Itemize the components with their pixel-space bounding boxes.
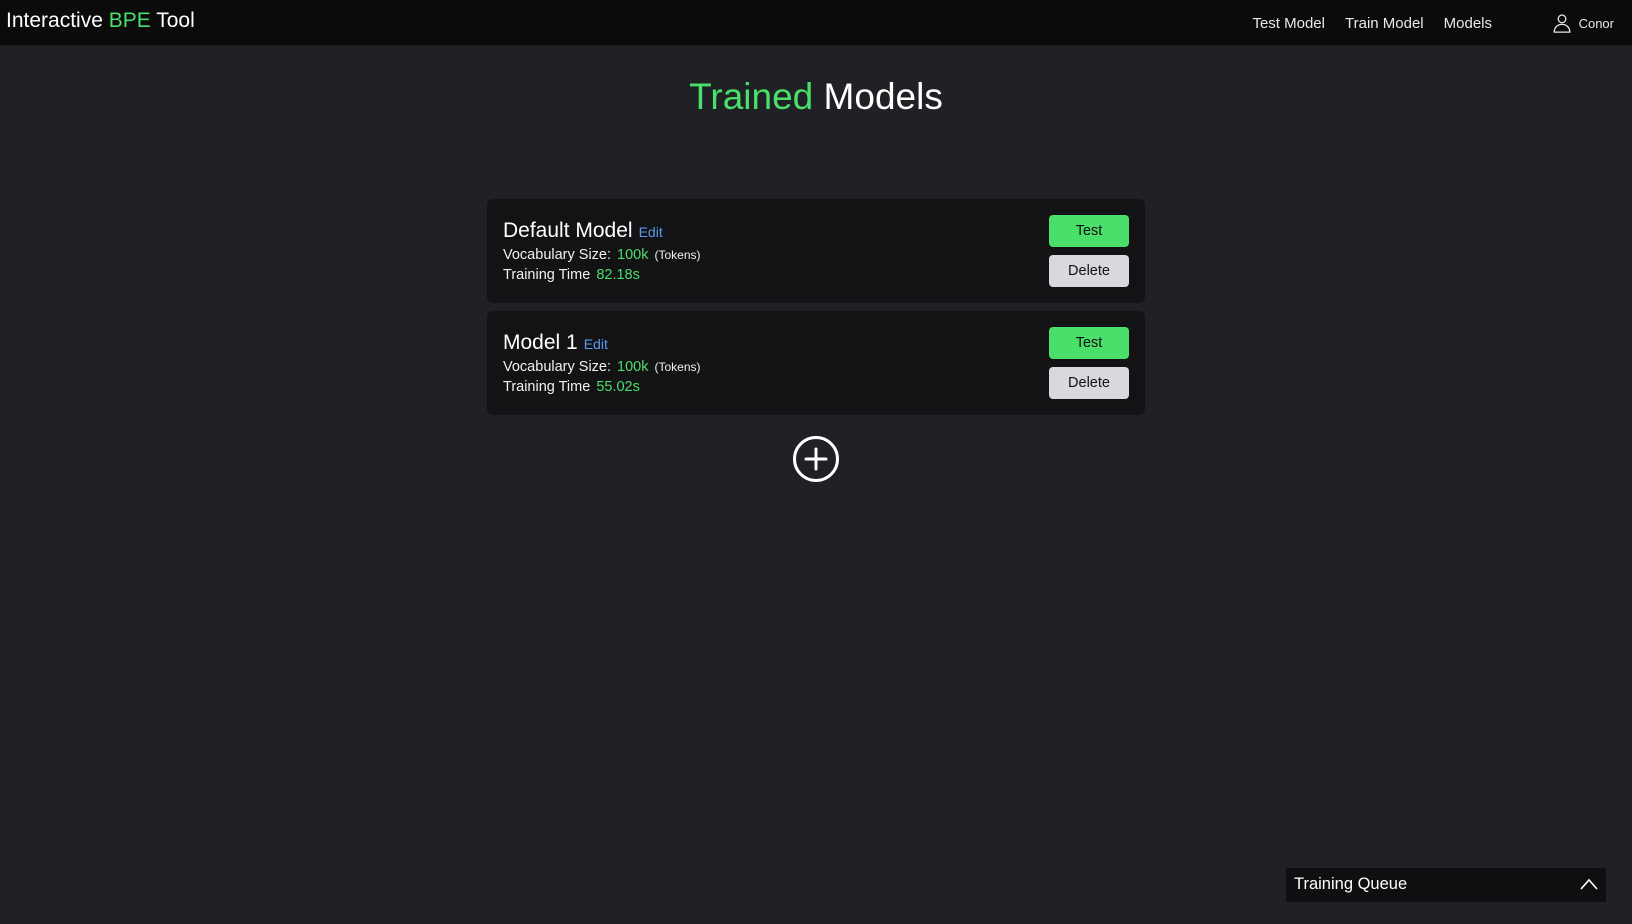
- vocabulary-size-value: 100k: [617, 247, 649, 263]
- vocabulary-size-label: Vocabulary Size:: [503, 359, 612, 375]
- training-queue-panel[interactable]: Training Queue: [1286, 868, 1606, 902]
- top-navbar: Interactive BPE Tool Test Model Train Mo…: [0, 0, 1632, 46]
- delete-model-button[interactable]: Delete: [1049, 255, 1129, 287]
- training-time-value: 82.18s: [596, 267, 640, 283]
- training-time-row: Training Time 55.02s: [503, 379, 640, 395]
- vocabulary-size-value: 100k: [617, 359, 649, 375]
- edit-model-link[interactable]: Edit: [639, 224, 663, 240]
- brand-prefix: Interactive: [6, 9, 109, 32]
- user-menu[interactable]: Conor: [1551, 0, 1614, 46]
- model-name: Model 1: [503, 331, 578, 354]
- brand-accent: BPE: [108, 9, 151, 32]
- model-card: Model 1 Edit Vocabulary Size: 100k (Tokens)…: [487, 311, 1145, 415]
- training-time-value: 55.02s: [596, 379, 640, 395]
- nav-train-model[interactable]: Train Model: [1345, 15, 1424, 32]
- vocabulary-size-label: Vocabulary Size:: [503, 247, 612, 263]
- edit-model-link[interactable]: Edit: [584, 336, 608, 352]
- vocabulary-size-row: Vocabulary Size: 100k (Tokens): [503, 247, 700, 263]
- vocabulary-size-row: Vocabulary Size: 100k (Tokens): [503, 359, 700, 375]
- page-title-rest: Models: [813, 76, 943, 117]
- user-name: Conor: [1578, 15, 1614, 31]
- model-list: Default Model Edit Vocabulary Size: 100k (T…: [487, 199, 1145, 423]
- test-model-button[interactable]: Test: [1049, 215, 1129, 247]
- training-time-label: Training Time: [503, 379, 591, 395]
- training-queue-label: Training Queue: [1294, 875, 1408, 893]
- training-time-row: Training Time 82.18s: [503, 267, 640, 283]
- brand-suffix: Tool: [150, 9, 195, 32]
- training-time-label: Training Time: [503, 267, 591, 283]
- model-title: Default Model Edit: [503, 219, 663, 243]
- page-title-accent: Trained: [689, 76, 814, 117]
- model-card: Default Model Edit Vocabulary Size: 100k (T…: [487, 199, 1145, 303]
- nav-test-model[interactable]: Test Model: [1252, 15, 1325, 32]
- vocabulary-size-unit: (Tokens): [654, 360, 701, 374]
- nav-models[interactable]: Models: [1444, 15, 1492, 32]
- vocabulary-size-unit: (Tokens): [654, 248, 701, 262]
- plus-circle-icon: [793, 436, 839, 482]
- page-title: Trained Models: [0, 76, 1632, 118]
- model-title: Model 1 Edit: [503, 331, 608, 355]
- add-model-button[interactable]: [792, 435, 840, 483]
- app-brand[interactable]: Interactive BPE Tool: [6, 9, 195, 33]
- user-icon: [1553, 14, 1571, 33]
- test-model-button[interactable]: Test: [1049, 327, 1129, 359]
- delete-model-button[interactable]: Delete: [1049, 367, 1129, 399]
- main-nav: Test Model Train Model Models: [1232, 0, 1492, 46]
- chevron-up-icon[interactable]: [1580, 877, 1598, 891]
- model-name: Default Model: [503, 219, 633, 242]
